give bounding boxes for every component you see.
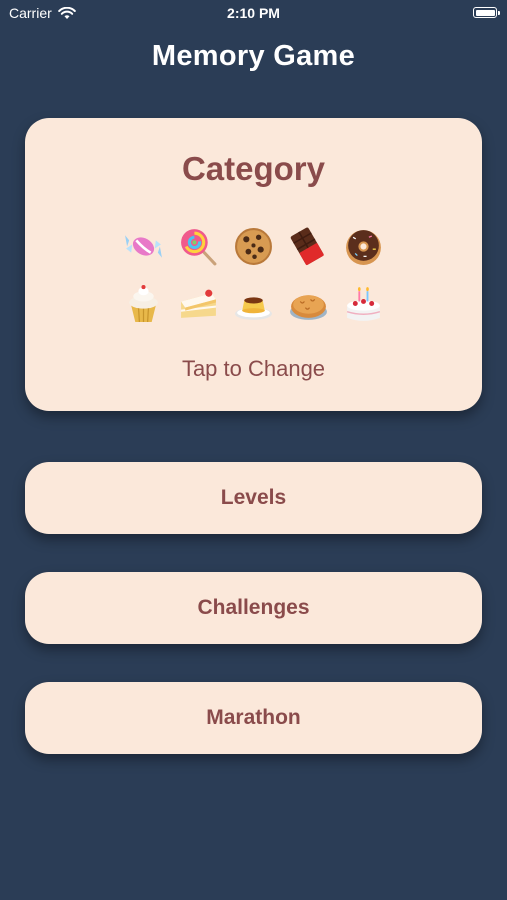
chocolate-bar-icon	[290, 227, 324, 266]
page-title: Memory Game	[151, 40, 356, 72]
levels-button[interactable]: Levels	[25, 462, 482, 534]
tap-to-change-label[interactable]: Tap to Change	[0, 356, 507, 382]
battery-icon	[473, 7, 500, 18]
custard-icon	[235, 297, 272, 320]
category-title: Category	[181, 150, 326, 187]
birthday-cake-icon	[346, 287, 381, 321]
challenges-button[interactable]: Challenges	[25, 572, 482, 644]
donut-icon	[346, 230, 381, 265]
cookie-icon	[235, 228, 272, 265]
status-bar: Carrier 2:10 PM	[0, 0, 507, 28]
category-icons-row-1	[0, 226, 507, 267]
lollipop-icon	[181, 229, 217, 266]
cupcake-icon	[129, 285, 158, 322]
category-icons-row-2	[0, 283, 507, 324]
status-time: 2:10 PM	[227, 5, 280, 21]
cake-slice-icon	[181, 289, 216, 318]
candy-icon	[125, 235, 162, 258]
marathon-button[interactable]: Marathon	[25, 682, 482, 754]
pie-icon	[290, 295, 327, 320]
